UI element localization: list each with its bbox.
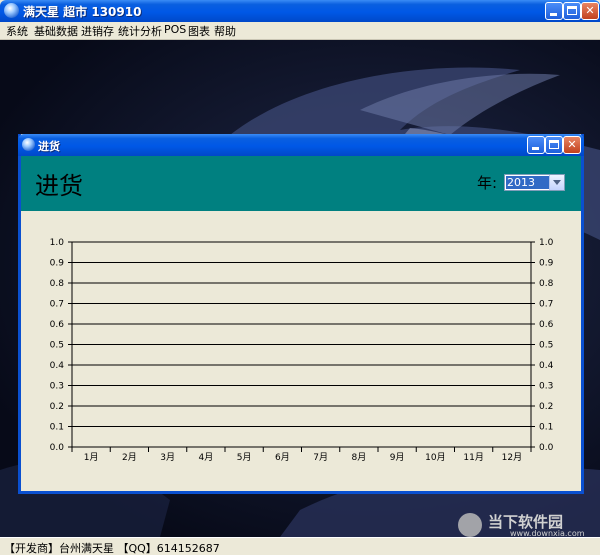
y-tick-label: 0.1 [50, 423, 64, 433]
x-tick-label: 12月 [502, 452, 522, 463]
app-icon[interactable] [4, 3, 19, 18]
x-tick-label: 4月 [199, 452, 214, 463]
child-window-icon[interactable] [22, 138, 35, 151]
y-tick-label: 0.0 [50, 443, 65, 453]
y-tick-label: 0.4 [50, 361, 65, 371]
y-tick-label: 0.8 [50, 279, 65, 289]
purchase-chart: 0.0 0.0 0.1 0.1 0.2 0.2 0.3 0.3 0.4 0.4 0.5 0.5 0.6 0… [50, 238, 554, 463]
year-dropdown[interactable]: 2013 [504, 174, 565, 191]
menu-charts[interactable]: 图表 [188, 23, 210, 39]
year-selected-value: 2013 [506, 176, 549, 189]
child-close-button[interactable]: ✕ [563, 136, 581, 154]
y2-tick-label: 0.1 [539, 423, 553, 433]
child-window-title: 进货 [38, 140, 60, 153]
header-panel: 进货 年: 2013 [21, 156, 581, 211]
y-tick-label: 0.7 [50, 300, 64, 310]
menu-inventory[interactable]: 进销存 [81, 23, 114, 39]
x-tick-label: 8月 [352, 452, 367, 463]
y2-tick-label: 0.3 [539, 382, 553, 392]
x-tick-label: 10月 [425, 452, 445, 463]
child-title-bar[interactable]: 进货 ✕ [18, 134, 584, 156]
close-icon: ✕ [567, 138, 577, 151]
page-title: 进货 [35, 172, 83, 200]
minimize-button[interactable] [545, 2, 563, 20]
y2-tick-label: 0.2 [539, 402, 553, 412]
y-tick-label: 0.6 [50, 320, 65, 330]
main-title-bar[interactable]: 满天星 超市 130910 ✕ [0, 0, 600, 22]
close-button[interactable]: ✕ [581, 2, 599, 20]
main-window-title: 满天星 超市 130910 [23, 5, 142, 19]
menu-help[interactable]: 帮助 [214, 23, 236, 39]
y2-tick-label: 0.7 [539, 300, 553, 310]
status-bar: 【开发商】台州满天星 【QQ】614152687 [0, 537, 600, 555]
close-icon: ✕ [585, 4, 595, 17]
x-tick-label: 3月 [160, 452, 175, 463]
status-text: 【开发商】台州满天星 【QQ】614152687 [4, 542, 220, 555]
chevron-down-icon[interactable] [549, 175, 564, 190]
maximize-icon [567, 6, 577, 15]
y2-tick-label: 0.0 [539, 443, 554, 453]
maximize-button[interactable] [563, 2, 581, 20]
watermark: 当下软件园 www.downxia.com [458, 511, 588, 539]
y-tick-label: 0.2 [50, 402, 64, 412]
minimize-icon [550, 13, 557, 16]
y2-tick-label: 0.9 [539, 259, 554, 269]
y-tick-label: 0.3 [50, 382, 64, 392]
menu-statistics[interactable]: 统计分析 [118, 23, 162, 39]
x-tick-label: 5月 [237, 452, 252, 463]
child-maximize-button[interactable] [545, 136, 563, 154]
menu-basic-data[interactable]: 基础数据 [34, 23, 78, 39]
x-tick-label: 7月 [313, 452, 328, 463]
y2-tick-label: 0.4 [539, 361, 554, 371]
chart-area: 0.0 0.0 0.1 0.1 0.2 0.2 0.3 0.3 0.4 0.4 0.5 0.5 0.6 0… [21, 211, 581, 491]
x-tick-label: 1月 [84, 452, 99, 463]
y-tick-label: 1.0 [50, 238, 65, 248]
minimize-icon [532, 147, 539, 150]
y-tick-label: 0.9 [50, 259, 65, 269]
y2-tick-label: 0.8 [539, 279, 554, 289]
x-tick-label: 6月 [275, 452, 290, 463]
menu-pos[interactable]: POS [164, 23, 186, 36]
menu-bar: 系统 基础数据 进销存 统计分析 POS 图表 帮助 [0, 22, 600, 40]
watermark-logo-icon [458, 513, 482, 537]
maximize-icon [549, 140, 559, 149]
menu-system[interactable]: 系统 [6, 23, 28, 39]
x-tick-label: 11月 [463, 452, 483, 463]
y2-tick-label: 1.0 [539, 238, 554, 248]
year-label: 年: [477, 174, 498, 192]
y2-tick-label: 0.5 [539, 341, 553, 351]
x-tick-label: 2月 [122, 452, 137, 463]
child-minimize-button[interactable] [527, 136, 545, 154]
y-tick-label: 0.5 [50, 341, 64, 351]
purchase-chart-window: 进货 ✕ 进货 年: 2013 0.0 0.0 0.1 0.1 0.2 0.2 0.3 0.3… [18, 134, 584, 494]
main-window: 满天星 超市 130910 ✕ 系统 基础数据 进销存 统计分析 POS 图表 … [0, 0, 600, 555]
x-tick-label: 9月 [390, 452, 405, 463]
y2-tick-label: 0.6 [539, 320, 554, 330]
